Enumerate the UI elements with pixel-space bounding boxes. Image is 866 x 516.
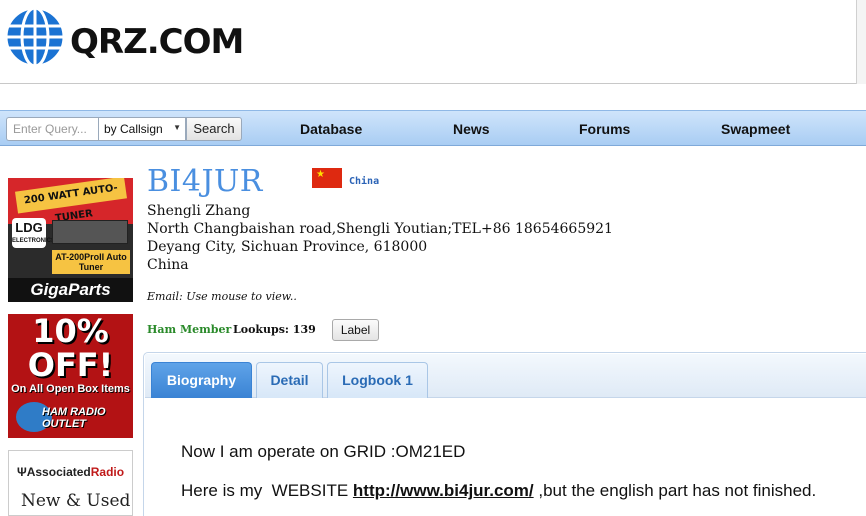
- country-link[interactable]: China: [349, 176, 379, 187]
- ad-discount-percent: 10%: [32, 314, 109, 350]
- globe-logo-icon[interactable]: [4, 6, 66, 68]
- associated-radio-logo: ΨAssociatedRadio: [17, 465, 124, 479]
- tab-detail[interactable]: Detail: [256, 362, 323, 398]
- site-logo-text[interactable]: QRZ.COM: [70, 22, 244, 62]
- main-navbar: by Callsign ▼ Search Database News Forum…: [0, 110, 866, 146]
- nav-news[interactable]: News: [453, 121, 490, 137]
- address-line-2: Deyang City, Sichuan Province, 618000: [147, 239, 428, 255]
- ad-discount-off: OFF!: [27, 346, 114, 384]
- biography-line-2: Here is my WEBSITE http://www.bi4jur.com…: [181, 481, 816, 501]
- operator-name: Shengli Zhang: [147, 203, 251, 219]
- associated-radio-ad[interactable]: ΨAssociatedRadio New & Used: [8, 450, 133, 516]
- search-button[interactable]: Search: [186, 117, 242, 141]
- search-input[interactable]: [6, 117, 98, 141]
- callsign-title: BI4JUR: [147, 164, 263, 199]
- flag-star-icon: ★: [316, 169, 325, 180]
- tab-logbook[interactable]: Logbook 1: [327, 362, 428, 398]
- ldg-logo-text: LDG: [15, 220, 43, 235]
- nav-swapmeet[interactable]: Swapmeet: [721, 121, 790, 137]
- dropdown-arrow-icon: ▼: [173, 123, 181, 132]
- biography-line-2-suffix: ,but the english part has not finished.: [533, 481, 817, 500]
- search-mode-select[interactable]: by Callsign ▼: [98, 117, 186, 141]
- site-header: QRZ.COM: [0, 0, 866, 84]
- address-line-1: North Changbaishan road,Shengli Youtian;…: [147, 221, 613, 237]
- brand-part-b: Radio: [90, 465, 125, 479]
- hro-discount-ad[interactable]: 10% OFF! On All Open Box Items HAM RADIO…: [8, 314, 133, 438]
- china-flag-icon: ★: [312, 168, 342, 188]
- biography-line-2-prefix: Here is my WEBSITE: [181, 481, 353, 500]
- label-button[interactable]: Label: [332, 319, 379, 341]
- email-reveal-link[interactable]: Email: Use mouse to view..: [147, 290, 297, 303]
- gigaparts-logo: GigaParts: [8, 278, 133, 302]
- nav-database[interactable]: Database: [300, 121, 362, 137]
- brand-part-a: Associated: [26, 465, 91, 479]
- member-type-badge: Ham Member: [147, 323, 232, 336]
- nav-forums[interactable]: Forums: [579, 121, 630, 137]
- tab-bar: [145, 354, 866, 398]
- biography-line-1: Now I am operate on GRID :OM21ED: [181, 442, 466, 461]
- ldg-logo: LDG ELECTRONICS: [12, 218, 56, 248]
- hro-logo: HAM RADIO OUTLET: [42, 406, 106, 430]
- antenna-icon: Ψ: [17, 465, 27, 479]
- gigaparts-ad[interactable]: 200 WATT AUTO-TUNER LDG ELECTRONICS AT-2…: [8, 178, 133, 302]
- header-side-strip: [856, 0, 866, 84]
- search-mode-value: by Callsign: [104, 122, 163, 136]
- ad-discount-sub: On All Open Box Items: [11, 383, 130, 395]
- tuner-device-image: [52, 220, 128, 244]
- address-line-3: China: [147, 257, 189, 273]
- tab-biography[interactable]: Biography: [151, 362, 252, 398]
- ldg-logo-sub: ELECTRONICS: [12, 238, 56, 244]
- ad-new-used-text: New & Used: [21, 491, 131, 511]
- lookups-count: Lookups: 139: [233, 323, 316, 336]
- ad-model-text: AT-200ProII Auto Tuner: [52, 250, 130, 274]
- website-link[interactable]: http://www.bi4jur.com/: [353, 481, 534, 500]
